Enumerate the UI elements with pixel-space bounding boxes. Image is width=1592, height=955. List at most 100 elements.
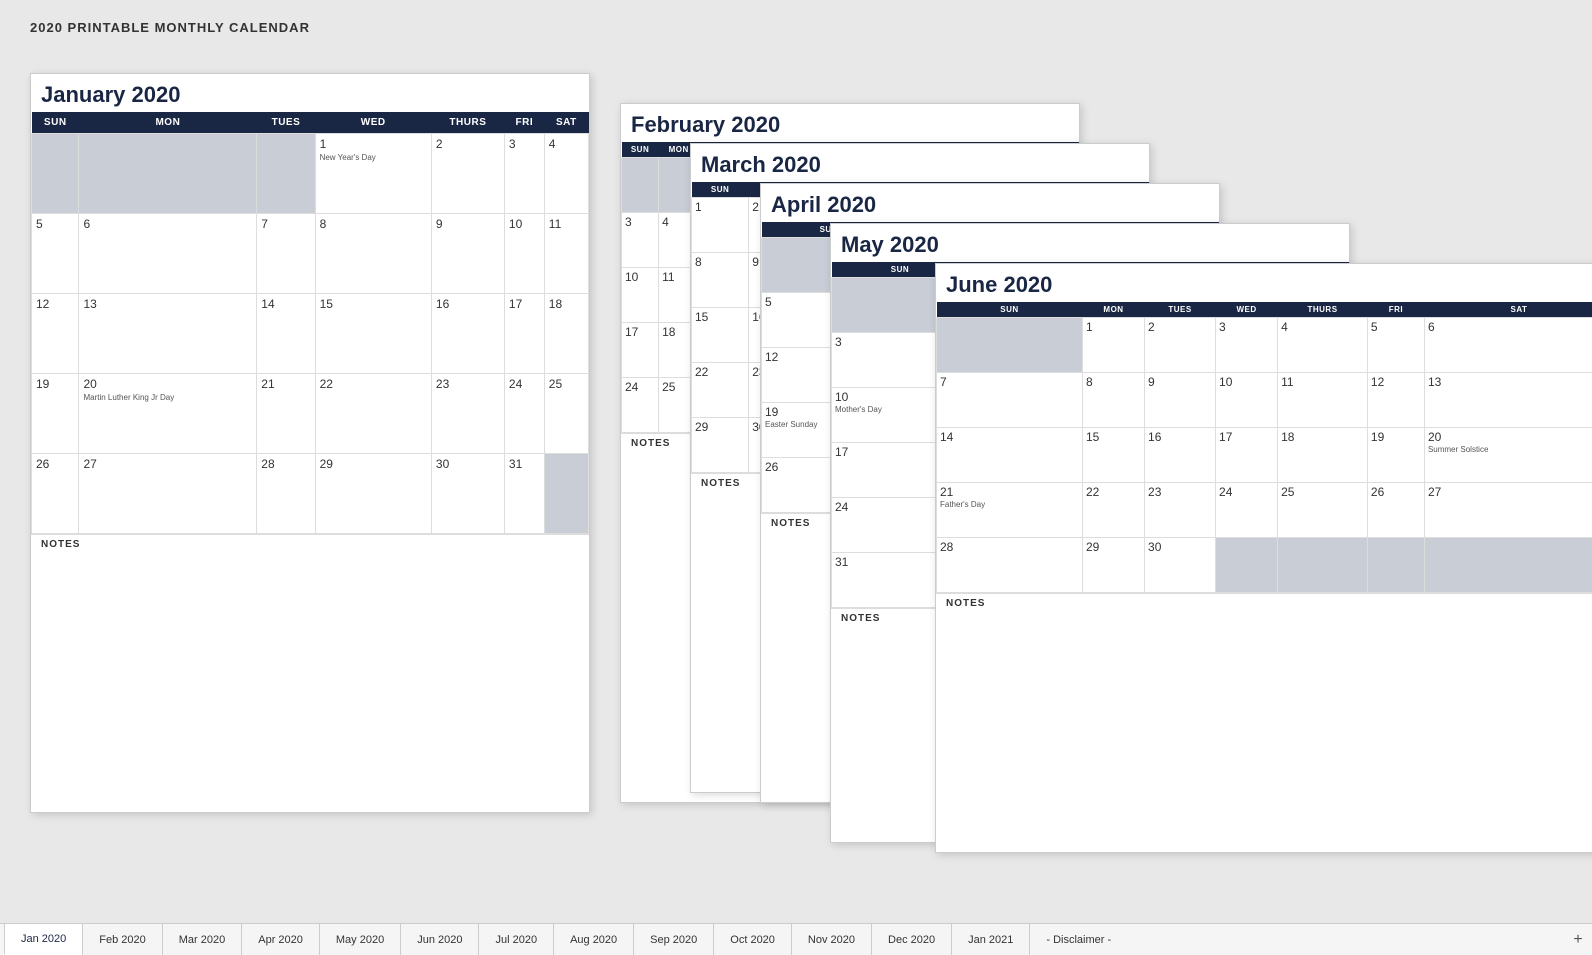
jun-day-10: 10	[1216, 373, 1278, 428]
table-row: 12 13 14 15 16 17 18	[32, 294, 589, 374]
jan-grid: SUN MON TUES WED THURS FRI SAT	[31, 112, 589, 534]
jun-day-29: 29	[1082, 538, 1144, 593]
jun-day-26: 26	[1367, 483, 1424, 538]
jan-day-20: 20Martin Luther King Jr Day	[79, 374, 257, 454]
feb-title: February 2020	[621, 104, 1079, 142]
jan-day-23: 23	[431, 374, 504, 454]
jan-day-7: 7	[257, 214, 315, 294]
jun-day-8: 8	[1082, 373, 1144, 428]
jun-grid: SUN MON TUES WED THURS FRI SAT 1	[936, 302, 1592, 593]
jun-day-23: 23	[1145, 483, 1216, 538]
jan-header-fri: FRI	[504, 112, 544, 134]
jun-day-5: 5	[1367, 318, 1424, 373]
tab-jan-2020[interactable]: Jan 2020	[4, 924, 83, 955]
jun-header-mon: MON	[1082, 302, 1144, 318]
tab-bar: Jan 2020 Feb 2020 Mar 2020 Apr 2020 May …	[0, 923, 1592, 955]
jun-day-27: 27	[1424, 483, 1592, 538]
jun-day-11: 11	[1278, 373, 1368, 428]
tab-dec-2020[interactable]: Dec 2020	[871, 924, 952, 955]
jun-empty	[1424, 538, 1592, 593]
jan-day-11: 11	[544, 214, 588, 294]
jan-day-25: 25	[544, 374, 588, 454]
jun-day-25: 25	[1278, 483, 1368, 538]
jan-day-18: 18	[544, 294, 588, 374]
table-row: 1New Year's Day 2 3 4	[32, 134, 589, 214]
jun-empty	[1216, 538, 1278, 593]
jun-header-fri: FRI	[1367, 302, 1424, 318]
calendar-june: June 2020 SUN MON TUES WED THURS FRI SAT	[935, 263, 1592, 853]
jun-day-30: 30	[1145, 538, 1216, 593]
jun-day-15: 15	[1082, 428, 1144, 483]
tab-disclaimer[interactable]: - Disclaimer -	[1029, 924, 1128, 955]
tab-jan-2021[interactable]: Jan 2021	[951, 924, 1030, 955]
jun-day-13: 13	[1424, 373, 1592, 428]
tab-spacer	[1127, 924, 1564, 955]
jan-header-tue: TUES	[257, 112, 315, 134]
jan-day-13: 13	[79, 294, 257, 374]
jun-day-20: 20Summer Solstice	[1424, 428, 1592, 483]
table-row: 28 29 30	[937, 538, 1592, 593]
mar-day-15: 15	[692, 308, 749, 363]
jun-day-9: 9	[1145, 373, 1216, 428]
mar-title: March 2020	[691, 144, 1149, 182]
tab-add-button[interactable]: +	[1564, 924, 1592, 955]
jan-day-22: 22	[315, 374, 431, 454]
jan-title: January 2020	[31, 74, 589, 112]
jan-day-8: 8	[315, 214, 431, 294]
table-row: 14 15 16 17 18 19 20Summer Solstice	[937, 428, 1592, 483]
jun-day-3: 3	[1216, 318, 1278, 373]
jan-day-30: 30	[431, 454, 504, 534]
tab-may-2020[interactable]: May 2020	[319, 924, 401, 955]
tab-apr-2020[interactable]: Apr 2020	[241, 924, 320, 955]
jan-day-21: 21	[257, 374, 315, 454]
jan-day-14: 14	[257, 294, 315, 374]
jun-day-2: 2	[1145, 318, 1216, 373]
jun-day-16: 16	[1145, 428, 1216, 483]
jun-header-wed: WED	[1216, 302, 1278, 318]
jan-day-2: 2	[431, 134, 504, 214]
jun-header-sat: SAT	[1424, 302, 1592, 318]
mar-day-1: 1	[692, 198, 749, 253]
jan-day-16: 16	[431, 294, 504, 374]
jan-day-12: 12	[32, 294, 79, 374]
feb-header-sun: SUN	[622, 142, 659, 158]
calendar-january: January 2020 SUN MON TUES WED THURS FRI …	[30, 73, 590, 813]
feb-day-10: 10	[622, 268, 659, 323]
jan-header-mon: MON	[79, 112, 257, 134]
apr-title: April 2020	[761, 184, 1219, 222]
page-title: 2020 PRINTABLE MONTHLY CALENDAR	[30, 20, 1562, 35]
tab-aug-2020[interactable]: Aug 2020	[553, 924, 634, 955]
tab-mar-2020[interactable]: Mar 2020	[162, 924, 242, 955]
tab-feb-2020[interactable]: Feb 2020	[82, 924, 162, 955]
jun-day-24: 24	[1216, 483, 1278, 538]
feb-day-17: 17	[622, 323, 659, 378]
jan-day-28: 28	[257, 454, 315, 534]
mar-header-sun: SUN	[692, 182, 749, 198]
feb-day-3: 3	[622, 213, 659, 268]
tab-jun-2020[interactable]: Jun 2020	[400, 924, 479, 955]
jan-empty	[32, 134, 79, 214]
jun-empty	[937, 318, 1083, 373]
tab-nov-2020[interactable]: Nov 2020	[791, 924, 872, 955]
table-row: 5 6 7 8 9 10 11	[32, 214, 589, 294]
jun-day-21: 21Father's Day	[937, 483, 1083, 538]
jan-empty	[79, 134, 257, 214]
jan-header-sat: SAT	[544, 112, 588, 134]
jun-day-22: 22	[1082, 483, 1144, 538]
table-row: 7 8 9 10 11 12 13	[937, 373, 1592, 428]
mar-day-29: 29	[692, 418, 749, 473]
tab-jul-2020[interactable]: Jul 2020	[478, 924, 554, 955]
may-title: May 2020	[831, 224, 1349, 262]
jan-day-3: 3	[504, 134, 544, 214]
jan-day-5: 5	[32, 214, 79, 294]
jan-day-19: 19	[32, 374, 79, 454]
table-row: 21Father's Day 22 23 24 25 26 27	[937, 483, 1592, 538]
jun-day-4: 4	[1278, 318, 1368, 373]
tab-sep-2020[interactable]: Sep 2020	[633, 924, 714, 955]
jan-day-29: 29	[315, 454, 431, 534]
table-row: 1 2 3 4 5 6	[937, 318, 1592, 373]
jun-day-7: 7	[937, 373, 1083, 428]
jun-notes: NOTES	[936, 593, 1592, 613]
feb-day-24: 24	[622, 378, 659, 433]
tab-oct-2020[interactable]: Oct 2020	[713, 924, 792, 955]
